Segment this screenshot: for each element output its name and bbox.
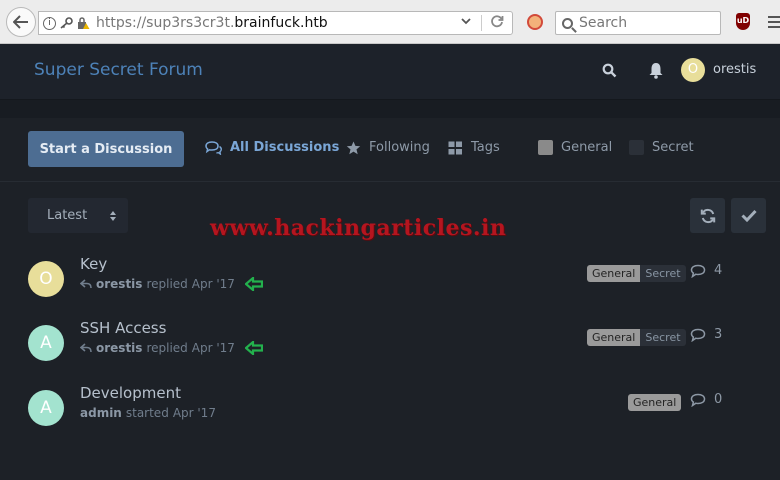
tag-color-swatch <box>538 140 553 155</box>
ublock-icon[interactable]: uD <box>736 13 750 30</box>
avatar[interactable]: O <box>28 261 64 297</box>
search-icon[interactable] <box>602 63 617 78</box>
lock-warning-icon <box>78 16 90 29</box>
avatar[interactable]: O <box>681 58 705 82</box>
watermark: www.hackingarticles.in <box>210 215 507 241</box>
blocker-extension-icon[interactable] <box>527 14 543 30</box>
discussion-meta: orestis replied Apr '17 <box>80 277 235 291</box>
arrow-left-icon <box>245 277 263 291</box>
tag-badge-general[interactable]: General <box>628 394 682 411</box>
refresh-button[interactable] <box>690 198 725 233</box>
discussion-title[interactable]: Development <box>80 384 181 402</box>
tag-secret[interactable]: Secret <box>629 140 694 155</box>
nav-tags[interactable]: Tags <box>448 140 500 155</box>
action-text: replied <box>146 341 188 355</box>
discussion-toolbar: Start a Discussion All Discussions Follo… <box>0 118 780 182</box>
tag-badges: General <box>628 394 682 411</box>
arrow-left-icon <box>13 15 28 29</box>
discussion-meta: orestis replied Apr '17 <box>80 341 235 355</box>
comment-icon <box>690 328 706 342</box>
tag-badge-secret[interactable]: Secret <box>640 265 686 282</box>
tag-general[interactable]: General <box>538 140 612 155</box>
date-text: Apr '17 <box>172 406 216 420</box>
star-icon <box>346 141 361 154</box>
reply-icon <box>80 279 92 289</box>
check-icon <box>740 209 757 222</box>
tag-badges: General Secret <box>587 265 686 282</box>
start-discussion-button[interactable]: Start a Discussion <box>28 131 184 167</box>
reload-icon[interactable] <box>490 14 504 32</box>
bell-icon[interactable] <box>648 62 664 79</box>
tag-badge-general[interactable]: General <box>587 265 641 282</box>
comment-icon <box>690 393 706 407</box>
hero-strip <box>0 100 780 118</box>
tag-badge-secret[interactable]: Secret <box>640 329 686 346</box>
arrow-left-icon <box>245 341 263 355</box>
tag-badges: General Secret <box>587 329 686 346</box>
forum-header: Super Secret Forum O orestis <box>0 44 780 100</box>
search-input[interactable]: Search <box>555 11 721 35</box>
username[interactable]: orestis <box>713 62 756 77</box>
comment-icon <box>690 264 706 278</box>
discussion-item[interactable]: O Key orestis replied Apr '17 General Se… <box>0 255 780 321</box>
address-bar[interactable]: i https://sup3rs3cr3t.brainfuck.htb <box>38 11 513 35</box>
nav-label: Following <box>369 140 430 155</box>
action-text: replied <box>146 277 188 291</box>
overflow-menu-icon[interactable] <box>766 12 780 32</box>
discussion-title[interactable]: SSH Access <box>80 319 166 337</box>
search-placeholder: Search <box>579 15 628 31</box>
reply-count-value: 4 <box>714 263 723 278</box>
search-icon <box>562 17 573 29</box>
mark-all-read-button[interactable] <box>731 198 766 233</box>
chevron-down-icon[interactable] <box>460 15 472 30</box>
reply-icon <box>80 343 92 353</box>
date-text: Apr '17 <box>191 277 235 291</box>
reply-count: 4 <box>690 263 722 278</box>
discussion-meta: admin started Apr '17 <box>80 406 216 420</box>
author-name[interactable]: admin <box>80 406 122 420</box>
action-text: started <box>125 406 169 420</box>
reply-count: 3 <box>690 327 722 342</box>
key-icon <box>60 17 73 29</box>
date-text: Apr '17 <box>191 341 235 355</box>
tag-color-swatch <box>629 140 644 155</box>
tag-label: Secret <box>652 140 694 155</box>
back-button[interactable] <box>6 7 36 37</box>
sort-label: Latest <box>47 208 88 223</box>
comments-icon <box>205 140 222 155</box>
avatar[interactable]: A <box>28 325 64 361</box>
sort-caret-icon <box>110 210 117 221</box>
nav-following[interactable]: Following <box>346 140 430 155</box>
separator <box>481 15 482 31</box>
reply-count: 0 <box>690 392 722 407</box>
info-icon[interactable]: i <box>43 16 56 30</box>
sort-dropdown[interactable]: Latest <box>28 198 128 233</box>
nav-all-discussions[interactable]: All Discussions <box>205 140 339 155</box>
url-text: https://sup3rs3cr3t.brainfuck.htb <box>96 15 328 31</box>
tag-label: General <box>561 140 613 155</box>
nav-label: All Discussions <box>230 140 340 155</box>
tag-badge-general[interactable]: General <box>587 329 641 346</box>
grid-icon <box>448 141 462 154</box>
browser-toolbar: i https://sup3rs3cr3t.brainfuck.htb Sear… <box>0 0 780 44</box>
author-name[interactable]: orestis <box>96 341 142 355</box>
author-name[interactable]: orestis <box>96 277 142 291</box>
discussion-item[interactable]: A SSH Access orestis replied Apr '17 Gen… <box>0 319 780 385</box>
avatar[interactable]: A <box>28 390 64 426</box>
reply-count-value: 0 <box>714 392 723 407</box>
discussion-item[interactable]: A Development admin started Apr '17 Gene… <box>0 384 780 450</box>
discussion-title[interactable]: Key <box>80 255 107 273</box>
forum-title[interactable]: Super Secret Forum <box>34 60 203 80</box>
reply-count-value: 3 <box>714 327 723 342</box>
refresh-icon <box>700 208 715 223</box>
nav-label: Tags <box>471 140 500 155</box>
